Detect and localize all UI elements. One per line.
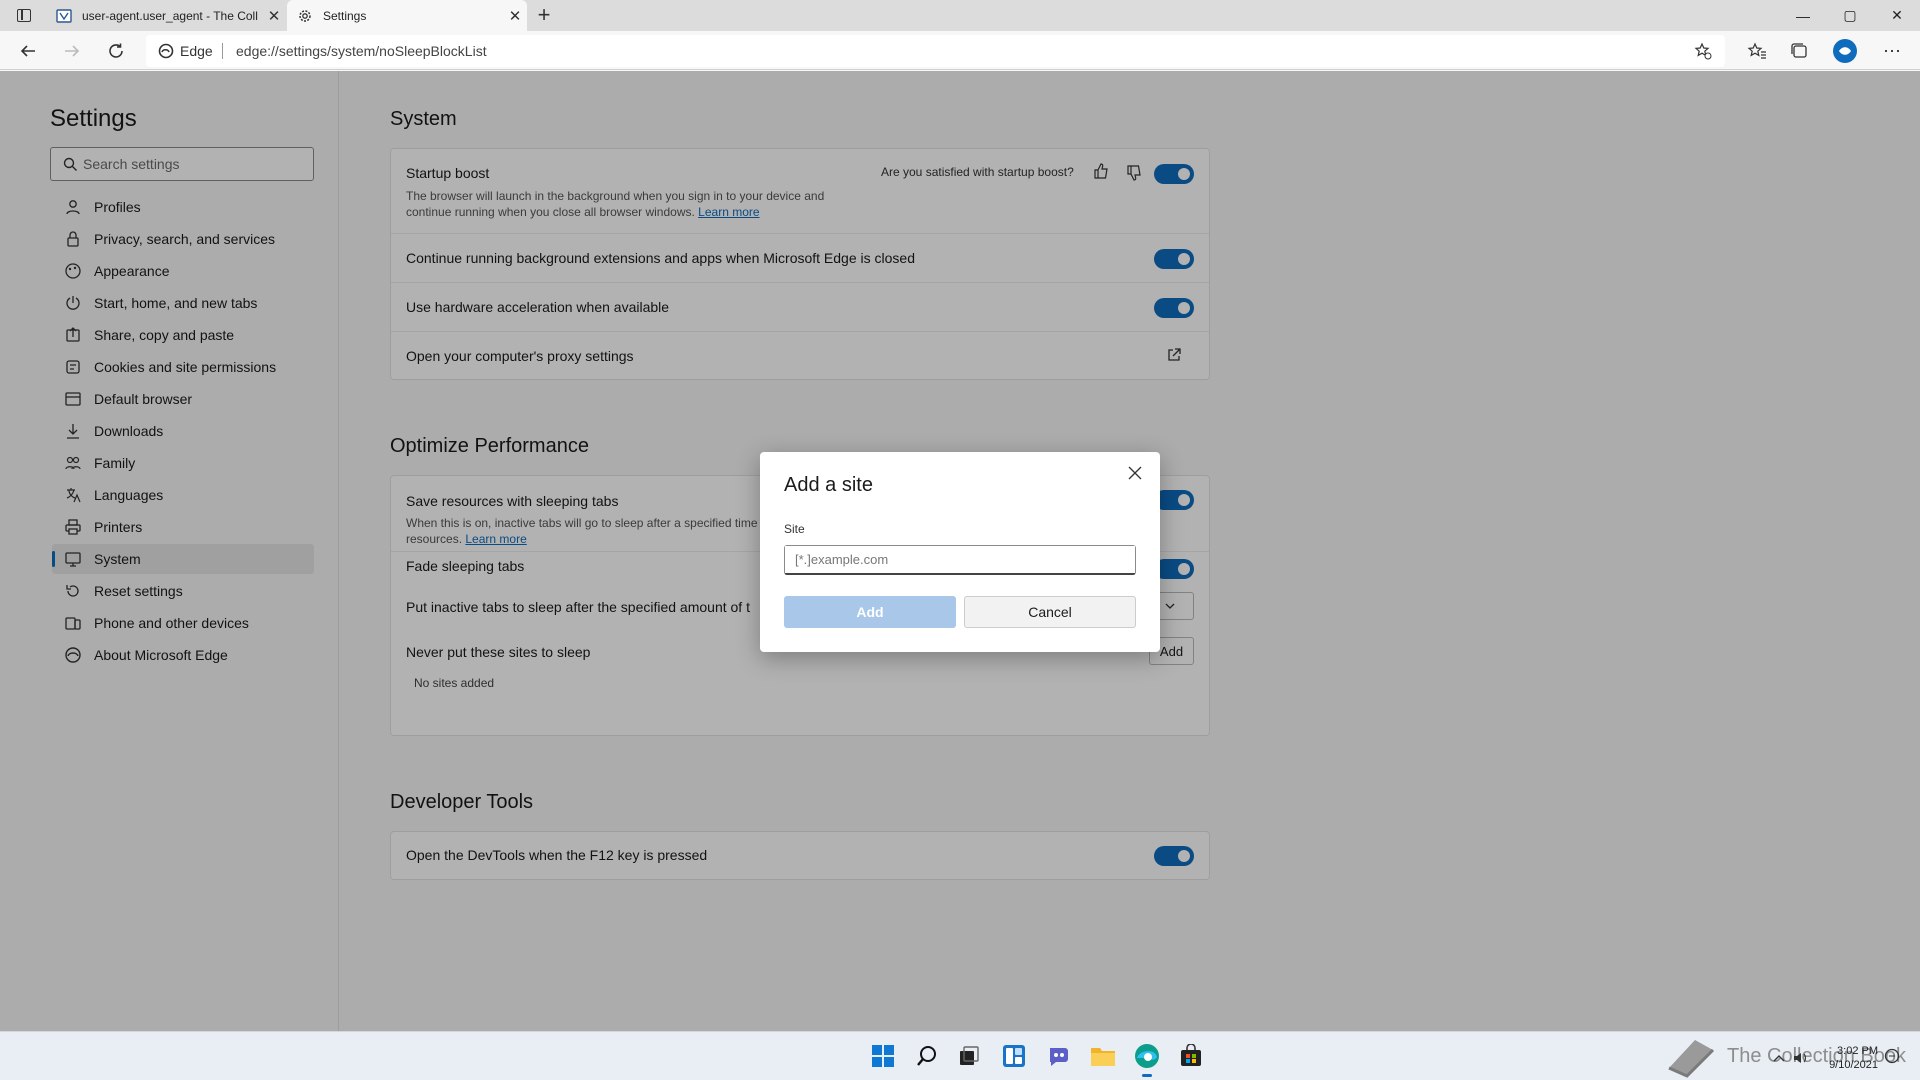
close-window-button[interactable]: ✕ (1874, 0, 1920, 31)
windows-start-icon[interactable] (867, 1040, 899, 1072)
forward-arrow-icon[interactable] (56, 37, 88, 65)
more-menu-icon[interactable]: ⋯ (1875, 38, 1909, 64)
edge-taskbar-icon[interactable] (1131, 1040, 1163, 1077)
site-input[interactable] (785, 546, 1135, 573)
add-button[interactable]: Add (784, 596, 956, 628)
profile-avatar-icon[interactable] (1828, 38, 1862, 64)
maximize-button[interactable]: ▢ (1827, 0, 1873, 31)
file-explorer-icon[interactable] (1087, 1040, 1119, 1072)
edge-icon (158, 43, 174, 59)
tab-title: user-agent.user_agent - The Coll (82, 8, 258, 23)
address-bar[interactable]: Edge edge://settings/system/noSleepBlock… (146, 35, 1725, 67)
dialog-title: Add a site (784, 474, 873, 496)
notification-icon[interactable] (1884, 1048, 1900, 1064)
search-icon[interactable] (911, 1040, 943, 1072)
favorites-icon[interactable] (1740, 38, 1774, 64)
refresh-icon[interactable] (100, 37, 132, 65)
gear-icon (299, 9, 311, 22)
back-arrow-icon[interactable] (12, 37, 44, 65)
tab-close-icon[interactable]: ✕ (503, 7, 527, 25)
site-field-label: Site (784, 522, 805, 536)
collections-icon[interactable] (1782, 38, 1816, 64)
tab-settings[interactable]: Settings ✕ (287, 0, 527, 31)
new-tab-button[interactable]: + (532, 4, 556, 28)
taskbar-clock[interactable]: 3:02 PM 9/10/2021 (1820, 1044, 1878, 1072)
cancel-button[interactable]: Cancel (964, 596, 1136, 628)
book-logo-icon (1668, 1040, 1715, 1078)
url-text[interactable]: edge://settings/system/noSleepBlockList (236, 43, 487, 59)
address-divider (222, 43, 223, 59)
tab-actions-icon[interactable] (17, 9, 31, 22)
teams-chat-icon[interactable] (1043, 1040, 1075, 1072)
clock-date: 9/10/2021 (1829, 1059, 1878, 1071)
edge-label: Edge (180, 43, 213, 59)
collection-book-icon (56, 8, 72, 23)
tab-close-icon[interactable]: ✕ (262, 7, 286, 25)
minimize-button[interactable]: — (1780, 0, 1826, 31)
widgets-icon[interactable] (998, 1040, 1030, 1072)
site-field[interactable] (784, 545, 1136, 575)
tab-title: Settings (323, 8, 367, 23)
add-favorite-icon[interactable] (1694, 42, 1712, 60)
store-icon[interactable] (1175, 1040, 1207, 1072)
add-site-dialog: Add a site Site Add Cancel (760, 452, 1160, 652)
tab-strip: user-agent.user_agent - The Coll ✕ Setti… (0, 0, 1920, 31)
tab-collection-book[interactable]: user-agent.user_agent - The Coll ✕ (46, 0, 286, 31)
clock-time: 3:02 PM (1837, 1045, 1878, 1057)
close-icon[interactable] (1124, 462, 1146, 484)
task-view-icon[interactable] (953, 1040, 985, 1072)
